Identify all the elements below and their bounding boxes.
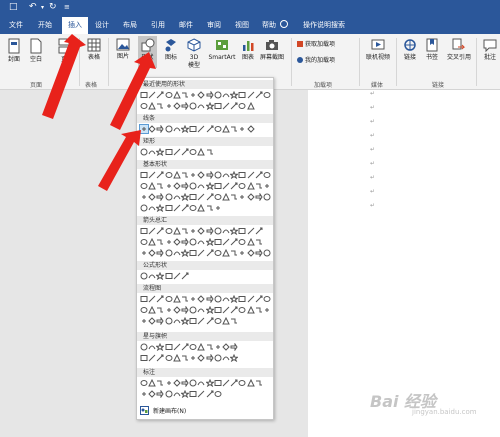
red-arrows-overlay (42, 34, 156, 191)
watermark-sub: jingyan.baidu.com (412, 408, 477, 416)
red-arrow-shapes-button (110, 52, 156, 130)
red-arrow-lines-category (98, 130, 141, 191)
red-arrow-insert-tab (42, 34, 86, 119)
